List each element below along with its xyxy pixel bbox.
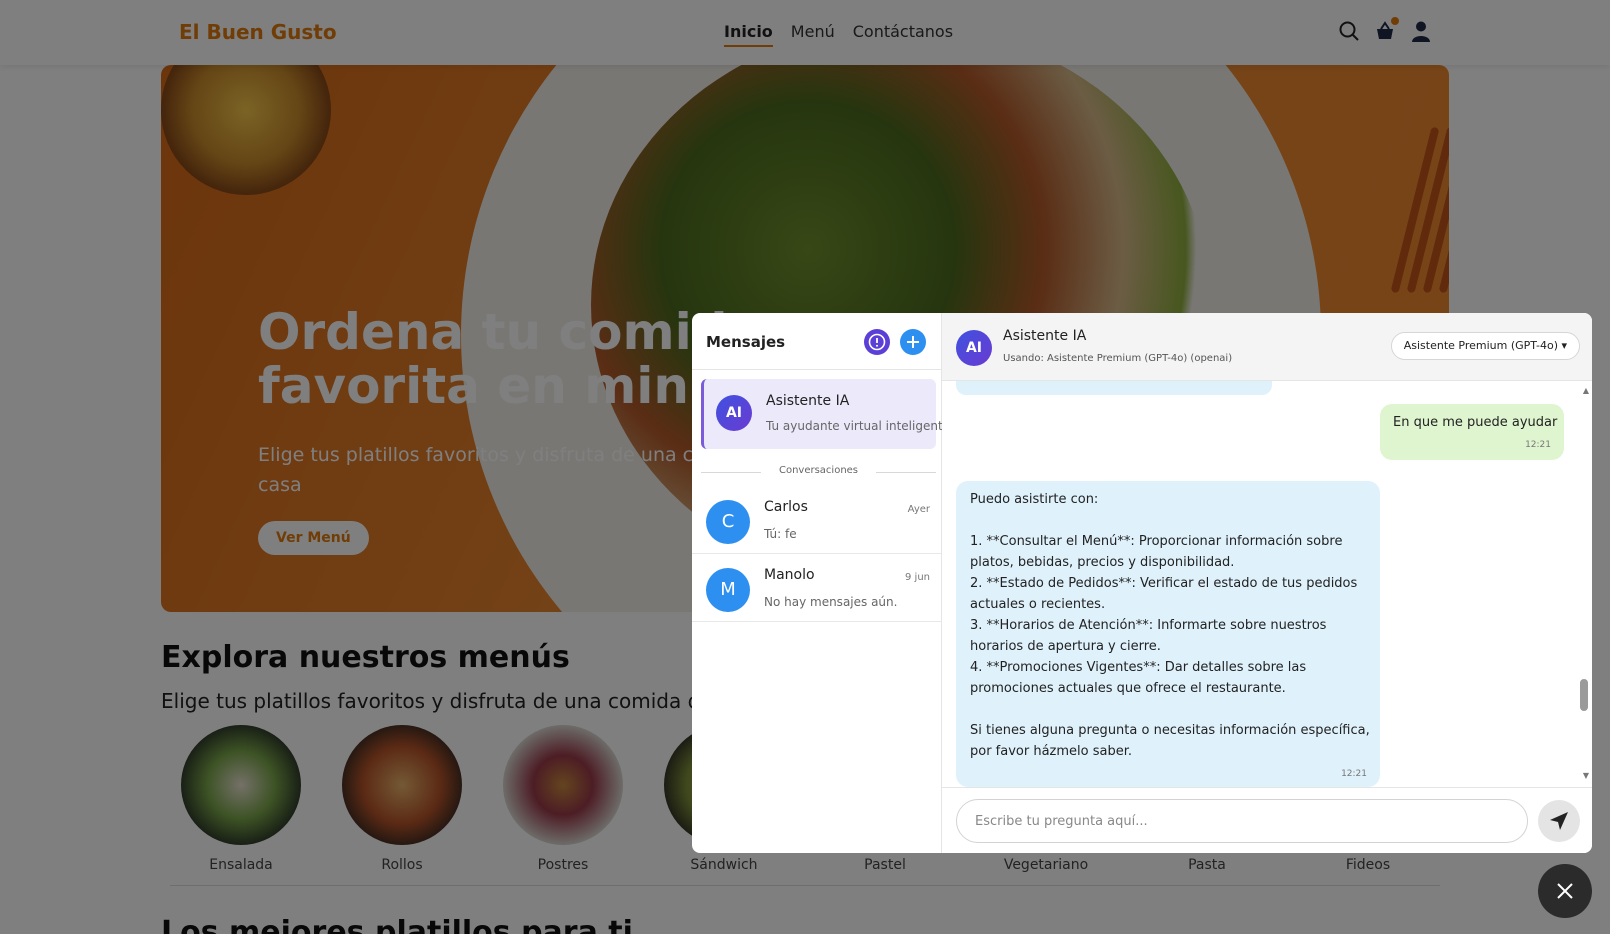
message-text: En que me puede ayudar — [1393, 415, 1558, 430]
conversation-item[interactable]: C Carlos Ayer Tú: fe — [692, 487, 942, 554]
new-conversation-button[interactable] — [900, 329, 926, 355]
plus-icon — [907, 336, 919, 348]
message-line: Si tienes alguna pregunta o necesitas in… — [970, 723, 1370, 738]
chat-input[interactable] — [956, 799, 1528, 843]
chat-header: AI Asistente IA Usando: Asistente Premiu… — [942, 313, 1592, 381]
conversation-name: Manolo — [764, 567, 815, 583]
previous-message-bubble — [956, 381, 1272, 395]
send-button[interactable] — [1538, 800, 1580, 842]
message-line: actuales o recientes. — [970, 597, 1106, 612]
conversation-item[interactable]: M Manolo 9 jun No hay mensajes aún. — [692, 555, 942, 622]
message-composer — [942, 787, 1592, 853]
conversation-name: Carlos — [764, 499, 808, 515]
chat-title: Asistente IA — [1003, 328, 1087, 344]
info-button[interactable] — [864, 329, 890, 355]
message-line: por favor házmelo saber. — [970, 744, 1133, 759]
messages-title: Mensajes — [706, 333, 786, 351]
message-line: 1. **Consultar el Menú**: Proporcionar i… — [970, 534, 1343, 549]
scroll-up-arrow-icon[interactable]: ▲ — [1583, 386, 1589, 395]
message-line: 4. **Promociones Vigentes**: Dar detalle… — [970, 660, 1307, 675]
sidebar-item-ai-assistant[interactable]: AI Asistente IA Tu ayudante virtual inte… — [701, 379, 950, 449]
assistant-message-bubble: Puedo asistirte con: 1. **Consultar el M… — [956, 481, 1380, 787]
message-line: promociones actuales que ofrece el resta… — [970, 681, 1286, 696]
message-line: 2. **Estado de Pedidos**: Verificar el e… — [970, 576, 1358, 591]
message-line: Puedo asistirte con: — [970, 492, 1099, 507]
item-subtitle: Tu ayudante virtual inteligente — [766, 419, 951, 433]
sidebar-header: Mensajes — [692, 313, 941, 370]
item-name: Asistente IA — [766, 393, 850, 409]
user-message-bubble: En que me puede ayudar 12:21 — [1380, 404, 1564, 460]
conversation-preview: No hay mensajes aún. — [764, 595, 898, 609]
message-line: horarios de apertura y cierre. — [970, 639, 1161, 654]
conversations-divider: Conversaciones — [701, 465, 936, 479]
close-icon — [1557, 883, 1573, 899]
scrollbar-thumb[interactable] — [1580, 679, 1588, 711]
close-chat-button[interactable] — [1538, 864, 1592, 918]
message-list[interactable]: En que me puede ayudar 12:21 Puedo asist… — [942, 381, 1592, 787]
message-time: 12:21 — [1525, 440, 1551, 450]
avatar: M — [706, 568, 750, 612]
send-icon — [1550, 812, 1568, 830]
conversation-preview: Tú: fe — [764, 527, 797, 541]
avatar: C — [706, 500, 750, 544]
chat-panel: AI Asistente IA Usando: Asistente Premiu… — [942, 313, 1592, 853]
info-icon — [868, 333, 886, 351]
message-line: 3. **Horarios de Atención**: Informarte … — [970, 618, 1327, 633]
ai-avatar: AI — [716, 395, 752, 431]
chat-modal: Mensajes AI Asistente IA Tu ayudante vir… — [692, 313, 1592, 853]
conversation-time: Ayer — [907, 504, 930, 515]
conversation-time: 9 jun — [905, 572, 930, 583]
scroll-down-arrow-icon[interactable]: ▼ — [1583, 771, 1589, 780]
message-line: platos, bebidas, precios y disponibilida… — [970, 555, 1235, 570]
model-select-dropdown[interactable]: Asistente Premium (GPT-4o) ▾ — [1390, 332, 1580, 360]
message-time: 12:21 — [1341, 769, 1367, 779]
ai-avatar: AI — [956, 330, 992, 366]
conversation-sidebar: Mensajes AI Asistente IA Tu ayudante vir… — [692, 313, 950, 853]
chat-model-info: Usando: Asistente Premium (GPT-4o) (open… — [1003, 353, 1233, 364]
divider-label: Conversaciones — [778, 465, 859, 476]
